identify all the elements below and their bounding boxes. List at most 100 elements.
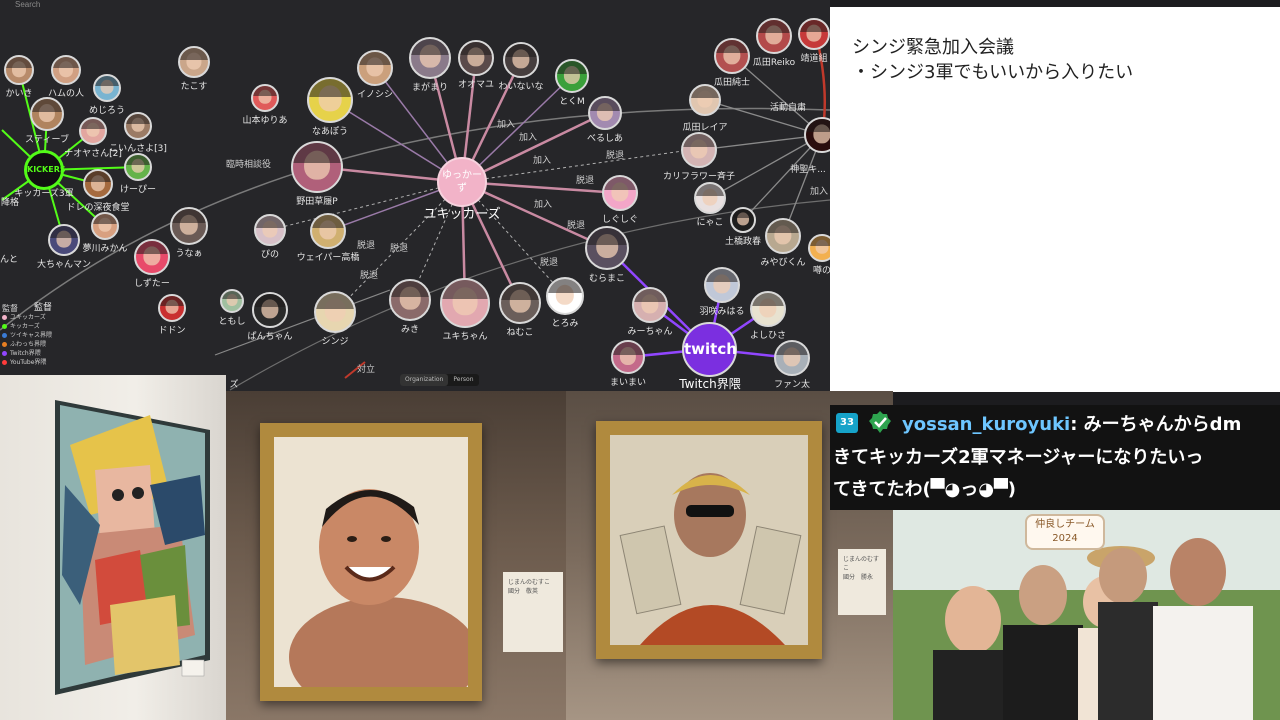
edge-label: 脱退 <box>357 241 376 251</box>
edge-label: 脱退 <box>360 271 379 281</box>
person-node[interactable] <box>750 291 786 327</box>
person-node[interactable] <box>632 287 668 323</box>
avatar-hair <box>136 241 168 255</box>
person-node[interactable] <box>310 213 346 249</box>
kickers-hub-node[interactable]: KICKERS <box>24 150 66 190</box>
person-node[interactable] <box>134 239 170 275</box>
person-node[interactable] <box>79 117 107 145</box>
legend-item: キッカーズ <box>2 322 52 331</box>
person-node[interactable] <box>83 169 113 199</box>
person-node[interactable] <box>458 40 494 76</box>
person-node[interactable] <box>314 291 356 333</box>
edge-label: 臨時相談役 <box>226 160 272 170</box>
avatar-hair <box>613 342 643 355</box>
person-node[interactable] <box>440 278 490 328</box>
node-type-toggle[interactable]: Organization Person <box>400 374 479 386</box>
person-node-label: なあぽう <box>311 127 349 137</box>
person-node[interactable] <box>681 132 717 168</box>
person-node[interactable] <box>503 42 539 78</box>
person-node-label: ウェイパー高橋 <box>296 253 360 263</box>
avatar-hair <box>548 279 582 294</box>
legend-items: ユキッカーズ キッカーズ ツイキャス界隈 ふわっち界隈 Twitch界隈 YouTube界… <box>2 313 52 367</box>
yukkers-hub-node[interactable]: ゆっかーず <box>437 157 487 207</box>
person-node[interactable] <box>252 292 288 328</box>
avatar-hair <box>706 269 738 283</box>
legend-item: Twitch界隈 <box>2 349 52 358</box>
legend-color-dot <box>2 342 7 347</box>
person-node[interactable] <box>30 97 64 131</box>
person-node[interactable] <box>4 55 34 85</box>
avatar-hair <box>683 134 715 148</box>
person-node[interactable] <box>499 282 541 324</box>
person-node[interactable] <box>714 38 750 74</box>
person-node[interactable] <box>48 224 80 256</box>
yukkers-hub-text: ゆっかーず <box>442 170 482 194</box>
avatar-hair <box>50 226 78 238</box>
person-node[interactable] <box>689 84 721 116</box>
person-node[interactable] <box>730 207 756 233</box>
legend-item: ツイキャス界隈 <box>2 331 52 340</box>
person-node[interactable] <box>170 207 208 245</box>
edge-label: 加入 <box>533 156 552 166</box>
avatar-hair <box>634 289 666 303</box>
person-node[interactable] <box>389 279 431 321</box>
person-node-label: ドドン <box>158 326 186 336</box>
twitch-hub-node[interactable]: twitch <box>682 322 737 377</box>
person-node[interactable] <box>357 50 393 86</box>
meeting-slide: シンジ緊急加入会議 ・シンジ3軍でもいいから入りたい <box>830 7 1280 392</box>
legend-color-dot <box>2 324 7 329</box>
person-node-label: ねむこ <box>506 328 534 338</box>
person-node[interactable] <box>774 340 810 376</box>
person-node-label: 野田草履P <box>296 197 338 207</box>
person-node[interactable] <box>704 267 740 303</box>
person-node[interactable] <box>808 234 830 262</box>
avatar-hair <box>253 86 277 97</box>
group-photo: 仲良しチーム 2024 <box>893 510 1280 720</box>
person-node[interactable] <box>51 55 81 85</box>
person-node[interactable] <box>291 141 343 193</box>
person-node[interactable] <box>694 182 726 214</box>
chat-line-3: てきてたわ(▀◕っ◕▀) <box>833 479 1017 500</box>
legend-title: 監督 <box>34 303 53 313</box>
person-node[interactable] <box>178 46 210 78</box>
person-node[interactable] <box>254 214 286 246</box>
avatar-hair <box>442 280 488 300</box>
avatar-hair <box>460 42 492 56</box>
person-node[interactable] <box>611 340 645 374</box>
person-node[interactable] <box>409 37 451 79</box>
chat-message: 33 yossan_kuroyuki: みーちゃんからdm きてキッカーズ2軍マ… <box>830 405 1280 510</box>
person-node-label: スティーブ <box>25 135 69 145</box>
person-node-label: ハムの人 <box>47 89 85 99</box>
person-node[interactable] <box>124 112 152 140</box>
person-node[interactable] <box>220 289 244 313</box>
person-node[interactable] <box>588 96 622 130</box>
person-node[interactable] <box>798 18 830 50</box>
person-node[interactable] <box>124 153 152 181</box>
person-node[interactable] <box>307 77 353 123</box>
gold-frame <box>260 423 482 717</box>
plaque-title: じまんのむすこ <box>843 556 880 572</box>
edge-label: 加入 <box>810 187 829 197</box>
person-node[interactable] <box>158 294 186 322</box>
yukkers-hub-label: ユキッカーズ <box>423 207 501 222</box>
person-node[interactable] <box>251 84 279 112</box>
person-node[interactable] <box>756 18 792 54</box>
person-node[interactable] <box>555 59 589 93</box>
person-node[interactable] <box>765 218 801 254</box>
person-node[interactable] <box>546 277 584 315</box>
person-node[interactable] <box>93 74 121 102</box>
person-node[interactable] <box>602 175 638 211</box>
edge-label: 加入 <box>519 133 538 143</box>
portrait-image <box>610 435 808 645</box>
person-node-label: 瓜田Reiko <box>752 58 796 68</box>
person-node-label: カリフラワー斉子 <box>662 172 736 182</box>
relationship-graph[interactable]: Search ゆっかーず ユキッカーズ twitch Twitch界隈 KICK… <box>0 0 830 392</box>
organization-toggle[interactable]: Organization <box>400 374 449 386</box>
person-node[interactable] <box>91 212 119 240</box>
person-toggle[interactable]: Person <box>448 374 478 386</box>
person-node-label: 瓜田純士 <box>713 78 751 88</box>
edge-label: 脱退 <box>540 258 559 268</box>
team-sign-year: 2024 <box>1052 533 1078 544</box>
legend-color-dot <box>2 360 7 365</box>
person-node[interactable] <box>585 226 629 270</box>
